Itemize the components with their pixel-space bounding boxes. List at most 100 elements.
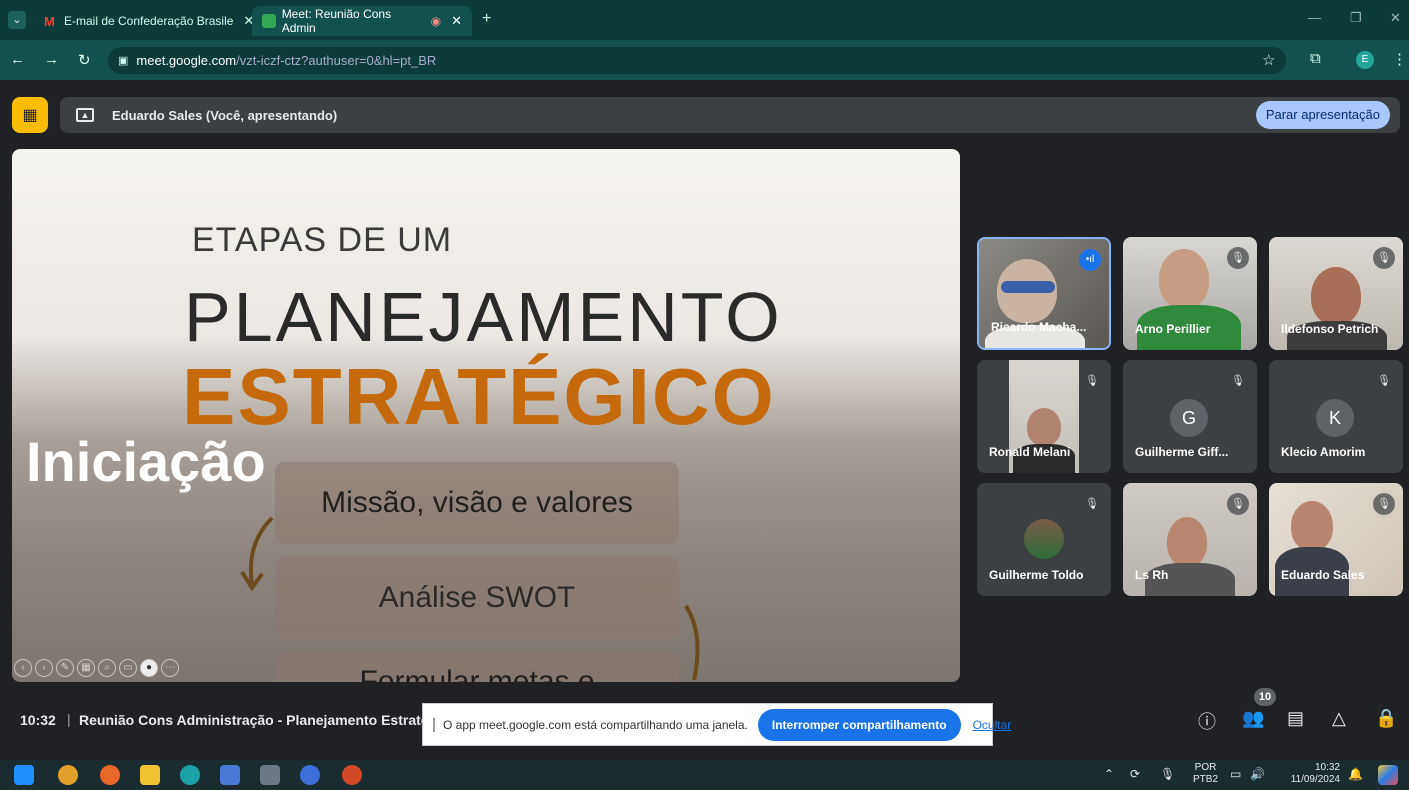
participant-photo (1024, 519, 1064, 559)
subtitles-icon[interactable]: ▭ (119, 659, 137, 677)
copilot-icon[interactable] (1378, 765, 1398, 785)
close-icon[interactable]: ✕ (451, 13, 462, 29)
stop-sharing-button[interactable]: Interromper compartilhamento (757, 708, 961, 741)
participant-avatar: G (1170, 399, 1208, 437)
slide-controls: ‹ › ✎ ▦ ⌕ ▭ ● ⋯ (14, 659, 179, 677)
sync-icon[interactable]: ⟳ (1130, 767, 1140, 781)
camera-icon[interactable]: ● (140, 659, 158, 677)
slide-title-accent: ESTRATÉGICO (182, 352, 776, 441)
sharing-notification: O app meet.google.com está compartilhand… (422, 703, 1011, 746)
tab-gmail[interactable]: M E-mail de Confederação Brasile ✕ (34, 6, 264, 36)
participant-tile[interactable]: 🎙 Arno Perillier (1123, 237, 1257, 350)
restore-icon[interactable]: ❐ (1350, 10, 1362, 26)
extensions-icon[interactable]: ⧉ (1310, 50, 1321, 67)
system-clock[interactable]: 10:32 11/09/2024 (1284, 762, 1340, 786)
sunglasses (1001, 281, 1055, 293)
next-slide-icon[interactable]: › (35, 659, 53, 677)
mic-off-icon: 🎙 (1373, 370, 1395, 392)
edge-icon[interactable] (180, 765, 200, 785)
slides-grid-icon[interactable]: ▦ (77, 659, 95, 677)
lang-top: POR (1194, 762, 1217, 773)
site-info-icon[interactable]: ▣ (118, 54, 128, 67)
more-options-icon[interactable]: ⋯ (161, 659, 179, 677)
slide-overlay-text: Iniciação (26, 430, 266, 493)
forward-icon[interactable]: → (44, 51, 59, 68)
chrome-profile-icon[interactable] (300, 765, 320, 785)
firefox-icon[interactable] (100, 765, 120, 785)
chrome-icon[interactable] (58, 765, 78, 785)
stop-presenting-button[interactable]: Parar apresentação (1255, 101, 1390, 129)
participant-tile[interactable]: •ıl Ricardo Macha... (977, 237, 1111, 350)
tab-search-icon[interactable]: ⌄ (8, 11, 26, 29)
browser-toolbar: ← → ↻ ▣ meet.google.com /vzt-iczf-ctz?au… (0, 40, 1409, 80)
volume-icon[interactable]: 🔊 (1250, 767, 1265, 781)
lang-bottom: PTB2 (1193, 774, 1219, 785)
mic-off-icon: 🎙 (1373, 493, 1395, 515)
participant-tile[interactable]: 🎙 Ildefonso Petrich (1269, 237, 1403, 350)
calculator-icon[interactable] (260, 765, 280, 785)
meeting-title: Reunião Cons Administração - Planejament… (79, 712, 424, 728)
tray-expand-icon[interactable]: ⌃ (1104, 767, 1114, 781)
hide-link[interactable]: Ocultar (973, 718, 1012, 732)
close-window-icon[interactable]: ✕ (1390, 10, 1401, 26)
file-explorer-icon[interactable] (140, 765, 160, 785)
zoom-icon[interactable]: ⌕ (98, 659, 116, 677)
slide-step: Missão, visão e valores (275, 462, 679, 544)
participant-name: Klecio Amorim (1281, 445, 1366, 459)
down-arrow-right (684, 604, 700, 681)
app-icon[interactable] (220, 765, 240, 785)
url-path: /vzt-iczf-ctz?authuser=0&hl=pt_BR (236, 53, 437, 68)
reload-icon[interactable]: ↻ (78, 51, 91, 69)
participant-tile[interactable]: 🎙 Guilherme Toldo (977, 483, 1111, 596)
participant-tile[interactable]: K 🎙 Klecio Amorim (1269, 360, 1403, 473)
clock-date: 11/09/2024 (1290, 774, 1340, 785)
mic-off-icon: 🎙 (1227, 370, 1249, 392)
language-indicator[interactable]: POR PTB2 (1193, 762, 1218, 786)
presenter-label: Eduardo Sales (Você, apresentando) (112, 107, 338, 123)
people-icon[interactable]: 👥 (1242, 708, 1264, 729)
activities-icon[interactable]: △ (1332, 708, 1346, 729)
down-arrow-left (240, 516, 274, 592)
participant-name: Ricardo Macha... (991, 320, 1087, 334)
mic-off-icon: 🎙 (1373, 247, 1395, 269)
meeting-clock: 10:32 (20, 712, 56, 728)
back-icon[interactable]: ← (10, 51, 25, 68)
pen-icon[interactable]: ✎ (56, 659, 74, 677)
participant-avatar: K (1316, 399, 1354, 437)
drag-handle[interactable] (433, 717, 435, 732)
sharing-text: O app meet.google.com está compartilhand… (443, 717, 748, 732)
separator: | (67, 711, 71, 727)
previous-slide-icon[interactable]: ‹ (14, 659, 32, 677)
new-tab-button[interactable]: + (482, 10, 491, 28)
minimize-icon[interactable]: — (1308, 10, 1321, 25)
recording-icon: ◉ (430, 14, 442, 28)
presentation-icon[interactable]: ▦ (12, 97, 48, 133)
notification-bell-icon[interactable]: 🔔 (1348, 767, 1363, 781)
tab-label: Meet: Reunião Cons Admin (281, 7, 392, 35)
participant-tile[interactable]: 🎙 Ls Rh (1123, 483, 1257, 596)
profile-avatar[interactable]: E (1356, 51, 1374, 69)
participant-tile[interactable]: G 🎙 Guilherme Giff... (1123, 360, 1257, 473)
windows-start-icon[interactable] (14, 765, 34, 785)
shared-slide: ETAPAS DE UM PLANEJAMENTO ESTRATÉGICO Mi… (12, 149, 960, 682)
participant-name: Guilherme Toldo (989, 568, 1084, 582)
meeting-info-icon[interactable]: ⓘ (1198, 708, 1216, 734)
presenting-bar: ▲ Eduardo Sales (Você, apresentando) Par… (60, 97, 1400, 133)
participant-tile[interactable]: 🎙 Eduardo Sales (1269, 483, 1403, 596)
windows-taskbar: ⌃ ⟳ 🎙 POR PTB2 ▭ 🔊 10:32 11/09/2024 🔔 (0, 760, 1409, 790)
slide-step: Formular metas e (275, 652, 679, 682)
tab-meet[interactable]: Meet: Reunião Cons Admin ◉ ✕ (252, 6, 472, 36)
participant-name: Ronald Melani (989, 445, 1071, 459)
browser-menu-icon[interactable]: ⋮ (1392, 50, 1407, 68)
host-controls-icon[interactable]: 🔒 (1375, 708, 1397, 729)
powerpoint-icon[interactable] (342, 765, 362, 785)
microphone-icon[interactable]: 🎙 (1160, 767, 1175, 781)
participant-name: Ildefonso Petrich (1281, 322, 1379, 336)
chat-icon[interactable]: ▤ (1287, 708, 1304, 729)
bookmark-star-icon[interactable]: ☆ (1262, 51, 1275, 69)
participant-tile[interactable]: 🎙 Ronald Melani (977, 360, 1111, 473)
display-icon[interactable]: ▭ (1230, 767, 1241, 781)
meet-icon (262, 14, 276, 28)
meet-window: ▦ ▲ Eduardo Sales (Você, apresentando) P… (0, 80, 1409, 760)
address-bar[interactable]: ▣ meet.google.com /vzt-iczf-ctz?authuser… (108, 47, 1286, 74)
